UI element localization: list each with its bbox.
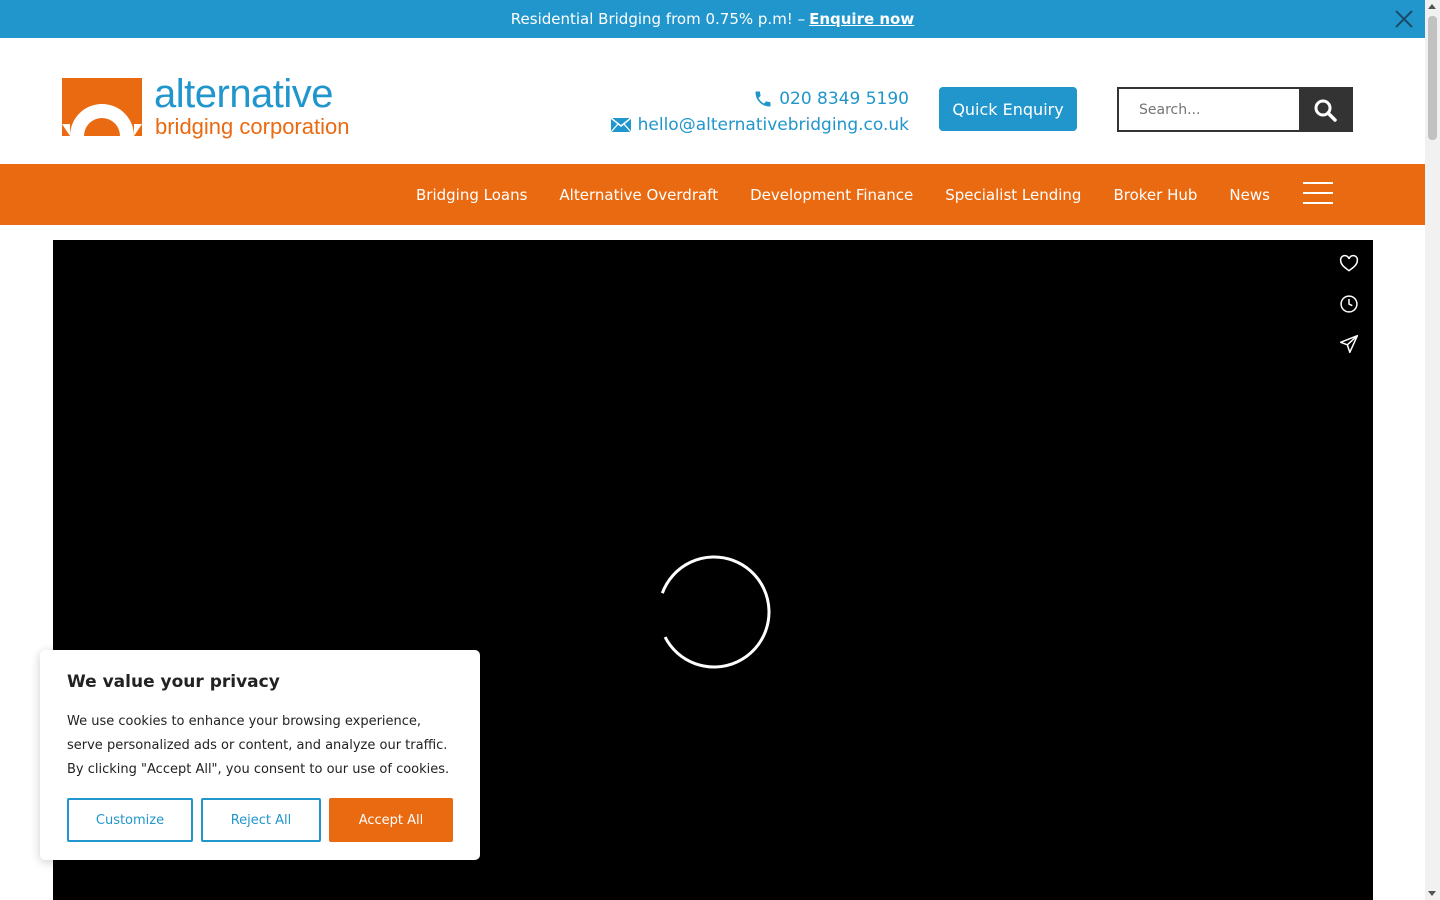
hamburger-menu-icon[interactable] [1303, 182, 1335, 206]
contact-info: 020 8349 5190 hello@alternativebridging.… [610, 86, 909, 138]
enquire-now-link[interactable]: Enquire now [809, 10, 914, 28]
nav-item-news[interactable]: News [1213, 186, 1286, 204]
phone-row[interactable]: 020 8349 5190 [610, 86, 909, 112]
quick-enquiry-button[interactable]: Quick Enquiry [939, 87, 1077, 131]
announcement-text: Residential Bridging from 0.75% p.m! – [510, 10, 806, 28]
search-icon [1314, 99, 1337, 122]
site-header: alternative bridging corporation 020 834… [0, 38, 1425, 164]
nav-item-alternative-overdraft[interactable]: Alternative Overdraft [543, 186, 734, 204]
announcement-bar: Residential Bridging from 0.75% p.m! – E… [0, 0, 1425, 38]
video-actions [1339, 254, 1359, 354]
logo-text-secondary: bridging corporation [155, 114, 350, 139]
cookie-title: We value your privacy [67, 672, 280, 692]
cookie-consent-banner: We value your privacy We use cookies to … [40, 650, 480, 860]
customize-button[interactable]: Customize [67, 798, 193, 842]
search-input[interactable] [1119, 89, 1299, 130]
reject-all-button[interactable]: Reject All [201, 798, 321, 842]
logo-arch-icon [62, 78, 142, 136]
scroll-down-icon[interactable] [1428, 891, 1436, 896]
scrollbar-thumb[interactable] [1428, 16, 1437, 140]
scroll-up-icon[interactable] [1428, 4, 1436, 9]
accept-all-button[interactable]: Accept All [329, 798, 453, 842]
nav-item-development-finance[interactable]: Development Finance [734, 186, 929, 204]
main-nav: Bridging Loans Alternative Overdraft Dev… [0, 164, 1425, 225]
close-icon[interactable] [1393, 8, 1415, 30]
cookie-text: We use cookies to enhance your browsing … [67, 714, 450, 777]
clock-icon[interactable] [1339, 294, 1359, 314]
email-address: hello@alternativebridging.co.uk [637, 115, 909, 135]
phone-icon [755, 91, 771, 107]
search-box [1117, 87, 1353, 132]
loading-spinner-icon [657, 555, 771, 669]
send-icon[interactable] [1339, 334, 1359, 354]
logo-text-primary: alternative [154, 72, 334, 116]
heart-icon[interactable] [1339, 254, 1359, 274]
nav-item-bridging-loans[interactable]: Bridging Loans [400, 186, 543, 204]
search-button[interactable] [1299, 89, 1351, 130]
nav-item-broker-hub[interactable]: Broker Hub [1097, 186, 1213, 204]
logo[interactable]: alternative bridging corporation [62, 72, 392, 142]
envelope-icon [610, 117, 632, 133]
nav-item-specialist-lending[interactable]: Specialist Lending [929, 186, 1097, 204]
page-scrollbar[interactable] [1425, 0, 1440, 900]
phone-number: 020 8349 5190 [779, 89, 909, 109]
email-row[interactable]: hello@alternativebridging.co.uk [610, 112, 909, 138]
